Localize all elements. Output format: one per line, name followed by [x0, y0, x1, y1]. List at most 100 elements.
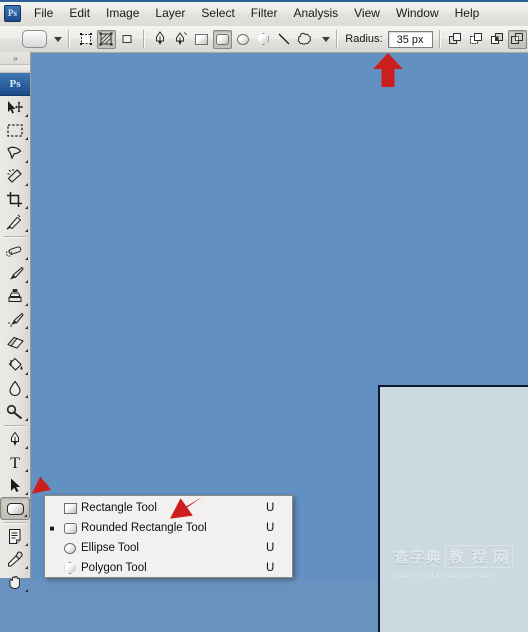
marquee-tool-icon: [7, 124, 23, 137]
tool-brush[interactable]: [0, 262, 30, 285]
divider: [438, 30, 440, 48]
menu-item-analysis[interactable]: Analysis: [285, 3, 346, 24]
move-tool-icon: [8, 100, 23, 113]
radius-input[interactable]: 35 px: [387, 30, 433, 48]
rect-shape-icon: [195, 33, 209, 45]
toolbox-collapse-button[interactable]: »: [0, 52, 30, 65]
slice-tool-icon: [6, 214, 22, 230]
tool-preset-picker[interactable]: [22, 30, 48, 48]
pen-tool-icon: [156, 31, 165, 45]
intersect-path-areas-button[interactable]: [488, 30, 507, 49]
tool-eyedropper[interactable]: [0, 548, 30, 571]
menu-item-help[interactable]: Help: [447, 3, 488, 24]
flyout-item-shortcut: U: [266, 502, 275, 514]
paths-button[interactable]: [97, 29, 116, 49]
pen-tool-button[interactable]: [151, 30, 170, 49]
selected-marker: ■: [49, 523, 55, 533]
tool-spot-healing-brush[interactable]: [0, 239, 30, 262]
rect-shape-icon: [59, 502, 81, 514]
flyout-item-polygon-tool[interactable]: Polygon Tool U: [45, 558, 292, 578]
menu-item-window[interactable]: Window: [388, 3, 447, 24]
toolbox-divider: [4, 522, 26, 523]
exclude-overlapping-path-areas-button[interactable]: [508, 29, 527, 49]
flyout-indicator-icon: [25, 543, 28, 546]
line-shape-icon: [278, 33, 290, 45]
subtract-from-path-area-icon: [469, 32, 482, 44]
flyout-indicator-icon: [25, 303, 28, 306]
menu-item-view[interactable]: View: [346, 3, 388, 24]
tool-dodge[interactable]: [0, 400, 30, 423]
pen-tool-icon: [11, 431, 19, 446]
options-bar: Radius: 35 px: [0, 26, 528, 53]
menu-item-image[interactable]: Image: [98, 3, 147, 24]
polygon-tool-button[interactable]: [254, 30, 273, 49]
tool-quick-selection[interactable]: [0, 165, 30, 188]
rectangle-tool-button[interactable]: [192, 30, 211, 49]
shape-layers-icon: [79, 33, 92, 45]
clone-stamp-tool-icon: [8, 289, 22, 302]
custom-shape-tool-button[interactable]: [295, 30, 314, 49]
menu-bar: Ps File Edit Image Layer Select Filter A…: [0, 0, 528, 27]
polygon-shape-icon: [59, 562, 81, 574]
freeform-pen-tool-button[interactable]: [172, 30, 191, 49]
menu-item-layer[interactable]: Layer: [147, 3, 193, 24]
menu-item-file[interactable]: File: [26, 3, 61, 24]
flyout-item-shortcut: U: [266, 562, 275, 574]
photoshop-window: Ps File Edit Image Layer Select Filter A…: [0, 0, 528, 632]
flyout-indicator-icon: [25, 446, 28, 449]
tool-lasso[interactable]: [0, 142, 30, 165]
flyout-indicator-icon: [25, 280, 28, 283]
tool-rectangular-marquee[interactable]: [0, 119, 30, 142]
subtract-from-path-area-button[interactable]: [467, 30, 486, 49]
flyout-item-label: Polygon Tool: [81, 562, 147, 574]
magic-wand-tool-icon: [7, 169, 22, 183]
divider: [143, 30, 145, 48]
tool-blur[interactable]: [0, 377, 30, 400]
tool-eraser[interactable]: [0, 331, 30, 354]
document-window[interactable]: [378, 385, 528, 632]
toolbox-divider: [4, 425, 26, 426]
flyout-item-label: Ellipse Tool: [81, 542, 139, 554]
flyout-indicator-icon: [25, 206, 28, 209]
menu-item-select[interactable]: Select: [193, 3, 242, 24]
flyout-indicator-icon: [25, 257, 28, 260]
photoshop-logo-icon: Ps: [4, 4, 21, 22]
menu-item-edit[interactable]: Edit: [61, 3, 98, 24]
tool-hand[interactable]: [0, 571, 30, 594]
history-brush-tool-icon: [8, 312, 24, 327]
chevron-down-icon[interactable]: [54, 36, 63, 42]
tool-crop[interactable]: [0, 188, 30, 211]
add-to-path-area-icon: [449, 32, 462, 44]
arrow-to-radius-field: [371, 52, 405, 93]
fill-pixels-icon: [122, 35, 132, 43]
rounded-rect-shape-icon: [215, 33, 229, 45]
title-bar-strip: [0, 0, 528, 2]
toolbox-divider: [4, 236, 26, 237]
tool-move[interactable]: [0, 96, 30, 119]
flyout-indicator-icon: [25, 229, 28, 232]
flyout-item-shortcut: U: [266, 522, 275, 534]
shape-layers-button[interactable]: [76, 30, 95, 49]
paths-icon: [99, 32, 113, 46]
toolbox-drag-handle[interactable]: [0, 65, 30, 73]
toolbox-logo-icon: Ps: [0, 73, 30, 96]
tool-notes[interactable]: [0, 525, 30, 548]
svg-text:T: T: [10, 455, 20, 471]
divider: [336, 30, 338, 48]
ellipse-tool-button[interactable]: [234, 30, 253, 49]
ellipse-shape-icon: [236, 33, 249, 45]
custom-shape-chevron-down-icon[interactable]: [322, 36, 331, 42]
divider: [68, 30, 70, 48]
tool-gradient[interactable]: [0, 354, 30, 377]
tool-slice[interactable]: [0, 211, 30, 234]
menu-item-filter[interactable]: Filter: [243, 3, 286, 24]
rounded-rectangle-tool-button[interactable]: [212, 29, 232, 49]
tool-clone-stamp[interactable]: [0, 285, 30, 308]
add-to-path-area-button[interactable]: [447, 30, 466, 49]
fill-pixels-button[interactable]: [118, 30, 137, 49]
tool-history-brush[interactable]: [0, 308, 30, 331]
line-tool-button[interactable]: [275, 30, 294, 49]
flyout-item-ellipse-tool[interactable]: Ellipse Tool U: [45, 538, 292, 558]
tool-pen[interactable]: [0, 428, 30, 451]
flyout-indicator-icon: [25, 160, 28, 163]
